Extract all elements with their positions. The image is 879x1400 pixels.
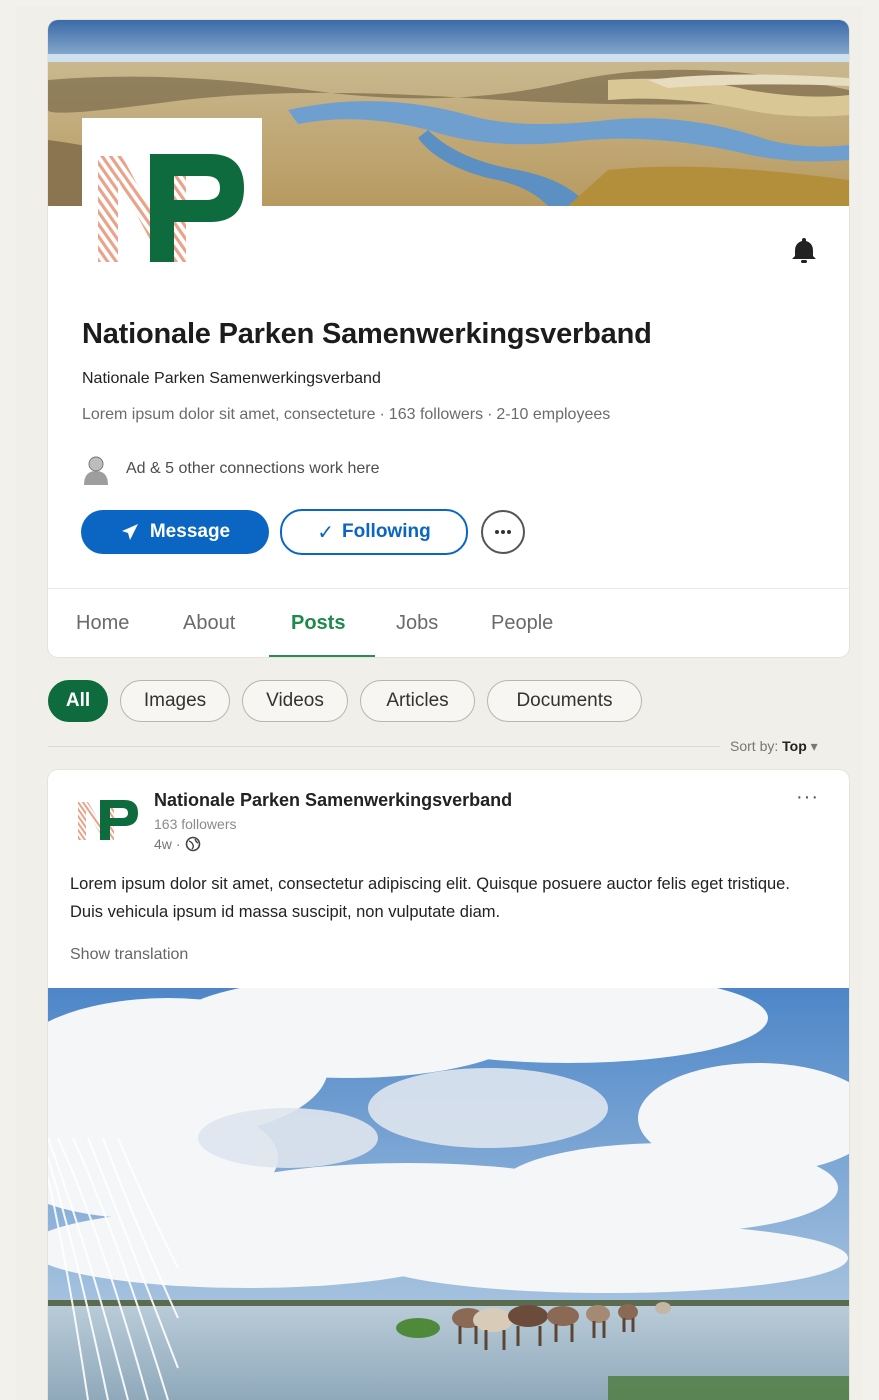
checkmark-icon: ✓ <box>317 521 335 544</box>
tab-people[interactable]: People <box>491 589 553 657</box>
company-employees[interactable]: 2-10 employees <box>496 406 610 423</box>
tab-about[interactable]: About <box>183 589 235 657</box>
connection-avatar-icon <box>84 456 108 485</box>
company-name: Nationale Parken Samenwerkingsverband <box>82 318 652 350</box>
profile-actions: Message ✓ Following <box>81 509 525 555</box>
post-image[interactable] <box>48 988 849 1400</box>
notification-bell-icon[interactable] <box>788 234 820 266</box>
send-icon <box>121 524 138 540</box>
following-button[interactable]: ✓ Following <box>280 509 468 555</box>
following-button-label: Following <box>342 521 431 542</box>
filter-images[interactable]: Images <box>120 680 230 722</box>
connections-text: Ad & 5 other connections work here <box>126 460 380 477</box>
post-timestamp: 4w · <box>154 836 201 852</box>
tab-home[interactable]: Home <box>76 589 129 657</box>
active-tab-indicator <box>269 655 375 657</box>
sort-value: Top <box>782 738 807 754</box>
filter-documents[interactable]: Documents <box>487 680 642 722</box>
company-tagline: Lorem ipsum dolor sit amet, consecteture <box>82 406 376 423</box>
show-translation-link[interactable]: Show translation <box>70 946 188 964</box>
more-options-button[interactable] <box>481 510 525 554</box>
company-subtitle: Nationale Parken Samenwerkingsverband <box>82 370 381 387</box>
profile-tabs: Home About Posts Jobs People <box>48 589 849 657</box>
connections-row[interactable]: Ad & 5 other connections work here <box>82 452 379 486</box>
sort-divider <box>48 746 720 747</box>
filter-articles[interactable]: Articles <box>360 680 475 722</box>
ellipsis-icon <box>495 530 511 534</box>
filter-videos[interactable]: Videos <box>242 680 348 722</box>
company-profile-card: Nationale Parken Samenwerkingsverband Na… <box>48 20 849 657</box>
sort-dropdown[interactable]: Sort by: Top ▾ <box>730 738 818 755</box>
message-button-label: Message <box>149 521 231 542</box>
company-meta: Lorem ipsum dolor sit amet, consecteture… <box>82 406 611 423</box>
post-author-followers: 163 followers <box>154 816 237 832</box>
post-card: Nationale Parken Samenwerkingsverband 16… <box>48 770 849 1400</box>
sort-label: Sort by: <box>730 738 779 754</box>
globe-icon <box>185 836 200 852</box>
company-logo <box>82 118 262 288</box>
caret-down-icon: ▾ <box>810 738 818 754</box>
tab-jobs[interactable]: Jobs <box>396 589 438 657</box>
post-more-options-button[interactable]: ··· <box>796 786 819 809</box>
filter-all[interactable]: All <box>48 680 108 722</box>
post-body-text: Lorem ipsum dolor sit amet, consectetur … <box>70 875 790 921</box>
post-author-logo[interactable] <box>76 794 140 846</box>
post-age-text: 4w <box>154 836 172 852</box>
post-filter-chips: All Images Videos Articles Documents <box>48 680 654 722</box>
message-button[interactable]: Message <box>81 510 269 554</box>
company-followers[interactable]: 163 followers <box>389 406 483 423</box>
post-author-name[interactable]: Nationale Parken Samenwerkingsverband <box>154 790 512 811</box>
tab-posts[interactable]: Posts <box>291 589 345 657</box>
